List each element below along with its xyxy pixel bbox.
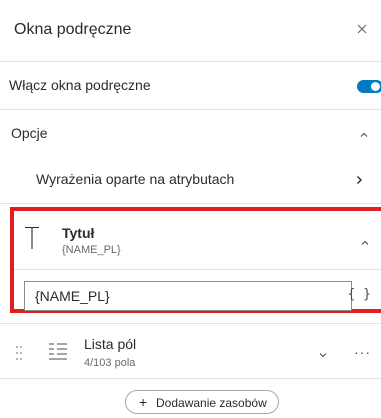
options-title: Opcje <box>11 125 48 141</box>
add-content-button[interactable]: + Dodawanie zasobów <box>125 390 279 414</box>
toggle-knob <box>371 82 380 91</box>
chevron-up-icon <box>360 132 368 137</box>
panel-header: Okna podręczne <box>0 0 381 62</box>
title-element-subtitle: {NAME_PL} <box>62 244 121 256</box>
enable-popups-label: Włącz okna podręczne <box>9 77 151 93</box>
text-title-icon <box>25 226 39 249</box>
fields-list-title: Lista pól <box>84 336 137 352</box>
popups-panel: Okna podręczne Włącz okna podręczne Opcj… <box>0 0 381 418</box>
options-section-header[interactable]: Opcje <box>0 112 381 156</box>
drag-handle-icon[interactable] <box>15 344 23 362</box>
title-element-card: Tytuł {NAME_PL} {NAME_PL} { } <box>10 207 381 313</box>
attribute-expressions-label: Wyrażenia oparte na atrybutach <box>36 171 235 187</box>
chevron-right-icon <box>357 176 362 184</box>
divider <box>0 203 381 204</box>
field-list-icon <box>49 343 67 360</box>
fields-list-count: 4/103 pola <box>84 357 136 369</box>
close-icon[interactable] <box>355 22 369 36</box>
panel-title: Okna podręczne <box>14 21 132 38</box>
chevron-down-icon[interactable] <box>317 349 329 361</box>
plus-icon: + <box>139 394 148 410</box>
attribute-expressions-row[interactable]: Wyrażenia oparte na atrybutach <box>0 156 381 204</box>
title-expression-input[interactable]: {NAME_PL} <box>24 281 352 311</box>
add-content-label: Dodawanie zasobów <box>156 396 267 410</box>
more-options-icon[interactable]: ··· <box>354 344 371 360</box>
enable-popups-row: Włącz okna podręczne <box>0 62 381 110</box>
chevron-up-icon[interactable] <box>359 237 371 249</box>
title-element-heading: Tytuł <box>62 225 95 241</box>
fields-list-card: Lista pól 4/103 pola ··· <box>0 323 381 379</box>
card-divider <box>14 269 381 270</box>
expression-braces-icon[interactable]: { } <box>348 287 371 302</box>
enable-popups-toggle[interactable] <box>357 80 381 93</box>
